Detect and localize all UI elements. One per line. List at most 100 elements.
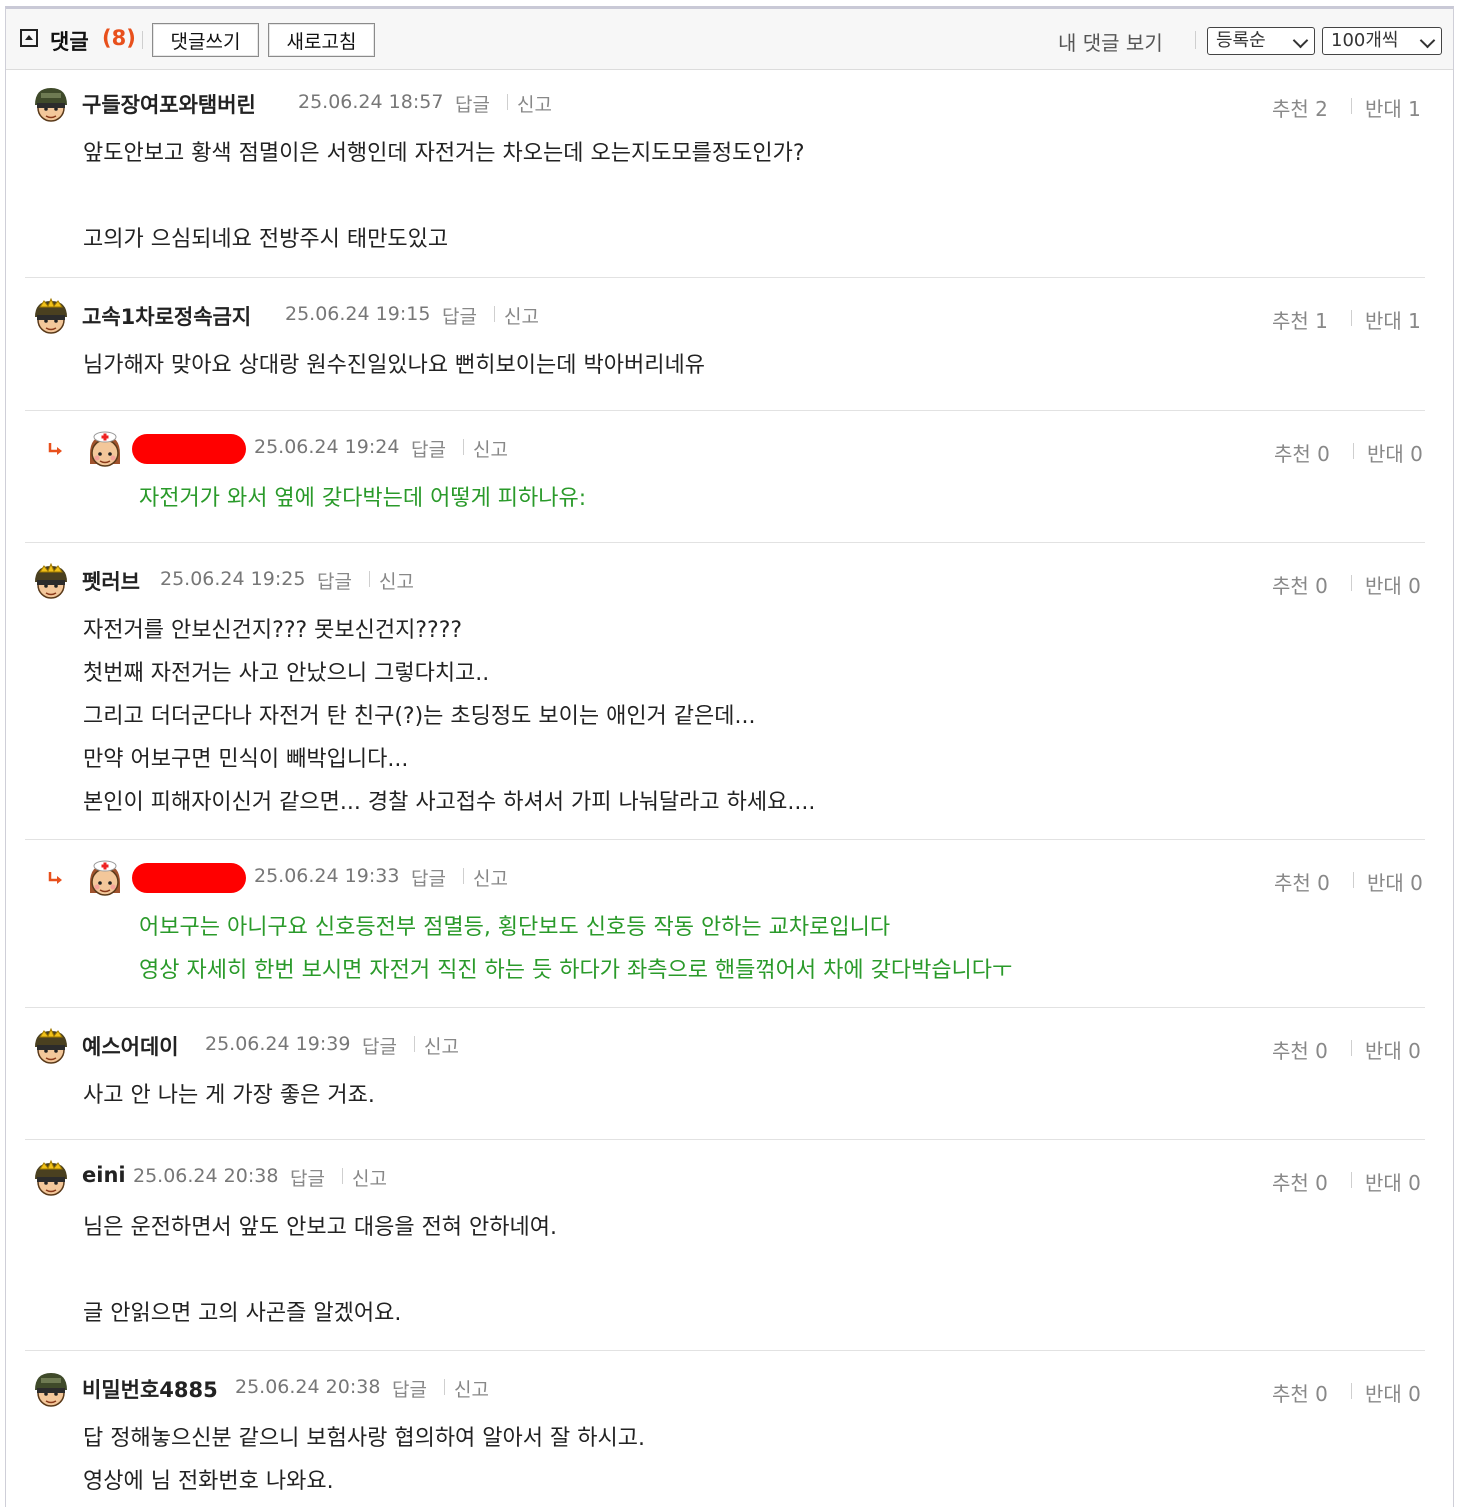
comment-date: 25.06.24 19:39	[205, 1033, 351, 1055]
reply-link[interactable]: 답글	[290, 1164, 325, 1191]
oppose-button[interactable]: 반대 0	[1365, 570, 1421, 599]
reply-link[interactable]: 답글	[392, 1375, 427, 1402]
write-comment-button[interactable]: 댓글쓰기	[152, 23, 259, 57]
report-link[interactable]: 신고	[504, 302, 539, 329]
reply-link[interactable]: 답글	[411, 864, 446, 891]
oppose-button[interactable]: 반대 0	[1367, 867, 1423, 896]
divider	[369, 571, 370, 587]
comment-author[interactable]: 비밀번호4885	[82, 1374, 218, 1404]
avatar[interactable]	[30, 83, 72, 125]
recommend-button[interactable]: 추천 0	[1272, 1378, 1328, 1407]
divider	[463, 439, 464, 455]
report-link[interactable]: 신고	[352, 1164, 387, 1191]
oppose-label: 반대	[1367, 871, 1404, 895]
comment-body-line: 자전거를 안보신건지??? 못보신건지????	[83, 618, 463, 643]
comment-divider	[25, 1350, 1425, 1351]
report-link[interactable]: 신고	[517, 90, 552, 117]
avatar[interactable]	[30, 1157, 72, 1199]
reply-link[interactable]: 답글	[442, 302, 477, 329]
recommend-button[interactable]: 추천 1	[1272, 305, 1328, 334]
comment-date: 25.06.24 20:38	[235, 1376, 381, 1398]
avatar[interactable]	[84, 428, 126, 470]
oppose-button[interactable]: 반대 1	[1365, 305, 1421, 334]
divider	[507, 94, 508, 110]
oppose-button[interactable]: 반대 0	[1365, 1167, 1421, 1196]
comment-body-line: 자전거가 와서 옆에 갖다박는데 어떻게 피하나유:	[139, 486, 587, 511]
chevron-down-icon	[1292, 32, 1309, 49]
comment-body-line: 영상 자세히 한번 보시면 자전거 직진 하는 듯 하다가 좌측으로 핸들꺾어서…	[139, 958, 1013, 983]
oppose-button[interactable]: 반대 0	[1365, 1378, 1421, 1407]
comment-divider	[25, 542, 1425, 543]
report-link[interactable]: 신고	[473, 435, 508, 462]
recommend-label: 추천	[1272, 1171, 1309, 1195]
recommend-button[interactable]: 추천 0	[1272, 570, 1328, 599]
oppose-count: 1	[1408, 97, 1421, 121]
comment-body-line: 사고 안 나는 게 가장 좋은 거죠.	[83, 1083, 375, 1108]
comment-count: (8)	[102, 26, 136, 50]
comment-body-line: 고의가 으심되네요 전방주시 태만도있고	[83, 227, 449, 252]
oppose-count: 0	[1408, 1171, 1421, 1195]
report-link[interactable]: 신고	[473, 864, 508, 891]
comment-body-line: 답 정해놓으신분 같으니 보험사랑 협의하여 알아서 잘 하시고.	[83, 1426, 645, 1451]
oppose-button[interactable]: 반대 1	[1365, 93, 1421, 122]
divider	[1353, 443, 1354, 459]
divider	[414, 1036, 415, 1052]
divider	[1351, 98, 1352, 114]
comment-date: 25.06.24 19:24	[254, 436, 400, 458]
reply-link[interactable]: 답글	[362, 1032, 397, 1059]
avatar[interactable]	[30, 1368, 72, 1410]
comment-header: 댓글 (8) 댓글쓰기 새로고침 내 댓글 보기 등록순 100개씩	[6, 9, 1453, 70]
comment-body-line: 앞도안보고 황색 점멸이은 서행인데 자전거는 차오는데 오는지도모를정도인가?	[83, 141, 805, 166]
avatar[interactable]	[30, 295, 72, 337]
oppose-label: 반대	[1365, 1382, 1402, 1406]
comment-body-line: 님은 운전하면서 앞도 안보고 대응을 전혀 안하네여.	[83, 1215, 557, 1240]
comment-item: eini 25.06.24 20:38 답글 신고 추천 0 반대 0 님은 운전하면서 앞…	[0, 1154, 1461, 1326]
avatar[interactable]	[30, 1025, 72, 1067]
oppose-button[interactable]: 반대 0	[1367, 438, 1423, 467]
recommend-count: 0	[1315, 574, 1328, 598]
avatar[interactable]	[30, 560, 72, 602]
report-link[interactable]: 신고	[379, 567, 414, 594]
recommend-button[interactable]: 추천 0	[1272, 1167, 1328, 1196]
comment-author[interactable]: eini	[82, 1163, 126, 1187]
reply-arrow-icon	[48, 872, 62, 884]
divider	[463, 868, 464, 884]
redacted-author	[132, 863, 246, 893]
redacted-author	[132, 434, 246, 464]
report-link[interactable]: 신고	[454, 1375, 489, 1402]
recommend-button[interactable]: 추천 2	[1272, 93, 1328, 122]
recommend-label: 추천	[1272, 1039, 1309, 1063]
divider	[1351, 575, 1352, 591]
divider	[1195, 31, 1196, 49]
comment-item: 고속1차로정속금지 25.06.24 19:15 답글 신고 추천 1 반대 1 님가해자 …	[0, 292, 1461, 378]
comment-author[interactable]: 펫러브	[82, 566, 140, 596]
recommend-button[interactable]: 추천 0	[1274, 438, 1330, 467]
refresh-button[interactable]: 새로고침	[268, 23, 375, 57]
reply-link[interactable]: 답글	[455, 90, 490, 117]
comment-author[interactable]: 예스어데이	[82, 1031, 179, 1061]
sort-select[interactable]: 등록순	[1207, 27, 1315, 55]
my-comments-link[interactable]: 내 댓글 보기	[1058, 27, 1163, 56]
comment-author[interactable]: 구들장여포와탬버린	[82, 89, 256, 119]
oppose-label: 반대	[1365, 1171, 1402, 1195]
recommend-button[interactable]: 추천 0	[1272, 1035, 1328, 1064]
comment-item: 펫러브 25.06.24 19:25 답글 신고 추천 0 반대 0 자전거를 안보신건지?…	[0, 557, 1461, 815]
report-link[interactable]: 신고	[424, 1032, 459, 1059]
oppose-label: 반대	[1367, 442, 1404, 466]
recommend-count: 0	[1315, 1039, 1328, 1063]
comment-body-line: 어보구는 아니구요 신호등전부 점멸등, 횡단보도 신호등 작동 안하는 교차로…	[139, 915, 891, 940]
reply-arrow-icon	[48, 443, 62, 455]
comment-body-line: 만약 어보구면 민식이 빼박입니다...	[83, 747, 409, 772]
comment-author[interactable]: 고속1차로정속금지	[82, 301, 251, 331]
reply-link[interactable]: 답글	[411, 435, 446, 462]
reply-link[interactable]: 답글	[317, 567, 352, 594]
comment-divider	[25, 1139, 1425, 1140]
per-page-select[interactable]: 100개씩	[1322, 27, 1442, 55]
oppose-button[interactable]: 반대 0	[1365, 1035, 1421, 1064]
sort-select-value: 등록순	[1216, 30, 1266, 51]
collapse-icon[interactable]	[20, 29, 38, 47]
divider	[1351, 1172, 1352, 1188]
avatar[interactable]	[84, 857, 126, 899]
comment-date: 25.06.24 20:38	[133, 1165, 279, 1187]
recommend-button[interactable]: 추천 0	[1274, 867, 1330, 896]
